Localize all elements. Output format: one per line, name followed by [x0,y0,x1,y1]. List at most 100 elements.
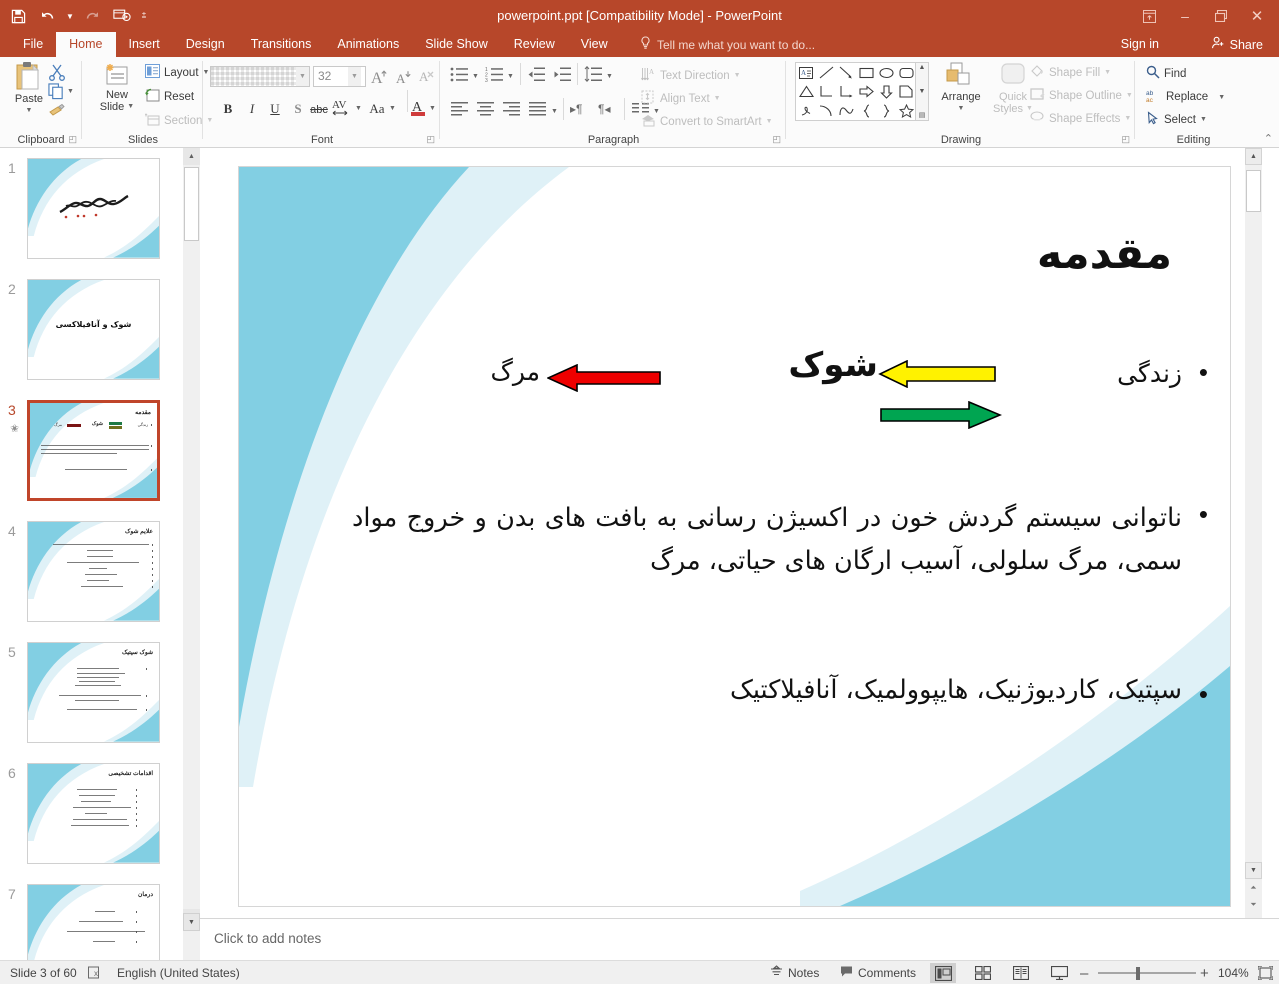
rtl-direction-button[interactable]: ¶◂ [598,102,610,116]
thumbnail-item-6[interactable]: 6 اقدامات تشخیصی [0,763,183,871]
align-text-dropdown-icon[interactable]: ▼ [714,95,721,102]
format-painter-button[interactable] [48,102,66,123]
replace-dropdown-icon[interactable]: ▼ [1218,94,1225,101]
tell-me-search[interactable]: Tell me what you want to do... [640,32,815,57]
zoom-slider-track[interactable] [1098,972,1196,974]
shape-effects-button[interactable]: Shape Effects ▼ [1030,110,1131,127]
underline-button[interactable]: U [265,99,285,119]
shape-star-icon[interactable] [896,101,916,120]
clear-formatting-button[interactable]: A [419,68,436,90]
select-dropdown-icon[interactable]: ▼ [1200,116,1207,123]
thumbnail-slide[interactable]: شوک و آنافیلاکسی [27,279,160,380]
shape-arc-icon[interactable] [816,101,836,120]
new-slide-button[interactable]: New Slide ▼ [93,63,141,113]
tab-home[interactable]: Home [56,32,116,57]
slide-bullet-2-text[interactable]: ناتوانی سیستم گردش خون در اکسیژن رسانی ب… [352,497,1182,583]
ltr-direction-button[interactable]: ▸¶ [570,102,582,116]
decrease-font-size-button[interactable]: A [394,67,413,91]
justify-dropdown-icon[interactable]: ▼ [551,108,558,115]
arrange-dropdown-icon[interactable]: ▼ [958,103,965,115]
tab-view[interactable]: View [568,32,621,57]
next-slide-icon[interactable]: ⏷ [1245,898,1262,912]
slide-text-shock[interactable]: شوک [788,345,878,385]
strikethrough-button[interactable]: abc [309,100,329,120]
shape-right-brace-icon[interactable] [876,101,896,120]
font-size-dropdown-icon[interactable]: ▼ [348,67,361,86]
undo-icon[interactable] [34,2,62,30]
slide-text-zendegi[interactable]: زندگی [1117,359,1182,388]
shapes-gallery-scroll[interactable]: ▲ ▼ ▤ [916,62,929,121]
paste-dropdown-icon[interactable]: ▼ [26,105,33,117]
line-spacing-dropdown-icon[interactable]: ▼ [606,73,613,80]
tab-file[interactable]: File [10,32,56,57]
shape-curve-icon[interactable] [836,101,856,120]
shapes-more-icon[interactable]: ▤ [919,111,926,119]
decrease-indent-button[interactable] [527,66,546,83]
shape-rounded-rectangle-icon[interactable] [896,63,916,82]
shape-fill-dropdown-icon[interactable]: ▼ [1104,69,1111,76]
thumbnail-item-2[interactable]: 2 شوک و آنافیلاکسی [0,279,183,387]
notes-pane-toggle-icon[interactable]: ▼ [183,913,200,931]
increase-indent-button[interactable] [553,66,572,83]
shape-fill-button[interactable]: Shape Fill ▼ [1030,64,1111,81]
tab-transitions[interactable]: Transitions [238,32,325,57]
find-button[interactable]: Find [1146,65,1186,82]
share-button[interactable]: Share [1203,32,1271,57]
shapes-gallery[interactable]: A [795,62,916,121]
shape-pentagon-icon[interactable] [896,82,916,101]
convert-to-smartart-button[interactable]: Convert to SmartArt ▼ [641,113,773,130]
new-slide-dropdown-icon[interactable]: ▼ [127,101,134,113]
language-indicator[interactable]: English (United States) [117,961,240,984]
numbering-dropdown-icon[interactable]: ▼ [507,73,514,80]
scroll-thumb[interactable] [1246,170,1261,212]
thumbnail-slide[interactable]: درمان [27,884,160,960]
start-slideshow-icon[interactable] [108,2,136,30]
shape-outline-button[interactable]: Shape Outline ▼ [1030,87,1133,104]
thumbnail-item-1[interactable]: 1 [0,158,183,266]
tab-animations[interactable]: Animations [324,32,412,57]
shapes-scroll-up-icon[interactable]: ▲ [919,64,926,71]
comments-button[interactable]: Comments [840,961,916,984]
shape-scribble-icon[interactable] [796,101,816,120]
drawing-dialog-launcher[interactable]: ◰ [1121,134,1130,145]
text-shadow-button[interactable]: S [288,99,308,119]
replace-button[interactable]: ab ac Replace ▼ [1146,88,1225,106]
thumbnail-item-7[interactable]: 7 درمان [0,884,183,960]
font-name-combobox[interactable]: ▼ [210,66,310,87]
character-spacing-dropdown-icon[interactable]: ▼ [355,105,362,112]
tab-insert[interactable]: Insert [116,32,173,57]
thumbnail-item-3[interactable]: 3 ✬ مقدمه زندگی شوک مرگ [0,400,183,514]
save-icon[interactable] [4,2,32,30]
thumbnail-scrollbar[interactable]: ▲ ▼ [183,148,200,960]
ribbon-display-options-icon[interactable] [1131,0,1167,32]
yellow-left-arrow[interactable] [878,360,996,388]
slide-title[interactable]: مقدمه [1037,229,1172,279]
increase-font-size-button[interactable]: A [370,67,389,91]
thumbnail-slide[interactable] [27,158,160,259]
shape-effects-dropdown-icon[interactable]: ▼ [1124,115,1131,122]
shape-rectangle-icon[interactable] [856,63,876,82]
scroll-down-icon[interactable]: ▼ [1245,862,1262,879]
font-color-button[interactable]: A [410,98,427,122]
copy-dropdown-icon[interactable]: ▼ [67,88,74,95]
align-center-button[interactable] [476,101,495,116]
fit-slide-button[interactable] [1258,961,1273,984]
notes-button[interactable]: Notes [770,961,819,984]
tab-design[interactable]: Design [173,32,238,57]
reset-button[interactable]: Reset [145,88,194,105]
spell-check-icon[interactable]: x [88,961,103,984]
slide-vertical-scrollbar[interactable]: ▲ ▼ ⏶ ⏷ [1245,148,1262,918]
shape-arrow-icon[interactable] [836,63,856,82]
font-color-dropdown-icon[interactable]: ▼ [429,105,436,112]
shape-elbow-arrow-icon[interactable] [836,82,856,101]
line-spacing-button[interactable] [584,66,603,83]
align-text-button[interactable]: Align Text ▼ [641,90,721,107]
thumbnail-scroll-up-icon[interactable]: ▲ [183,148,200,165]
clipboard-dialog-launcher[interactable]: ◰ [68,134,77,145]
thumbnail-slide[interactable]: اقدامات تشخیصی [27,763,160,864]
change-case-button[interactable]: Aa [364,99,390,119]
view-normal-button[interactable] [930,963,956,983]
font-size-combobox[interactable]: 32 ▼ [313,66,366,87]
zoom-in-button[interactable]: + [1200,961,1209,984]
shape-triangle-icon[interactable] [796,82,816,101]
